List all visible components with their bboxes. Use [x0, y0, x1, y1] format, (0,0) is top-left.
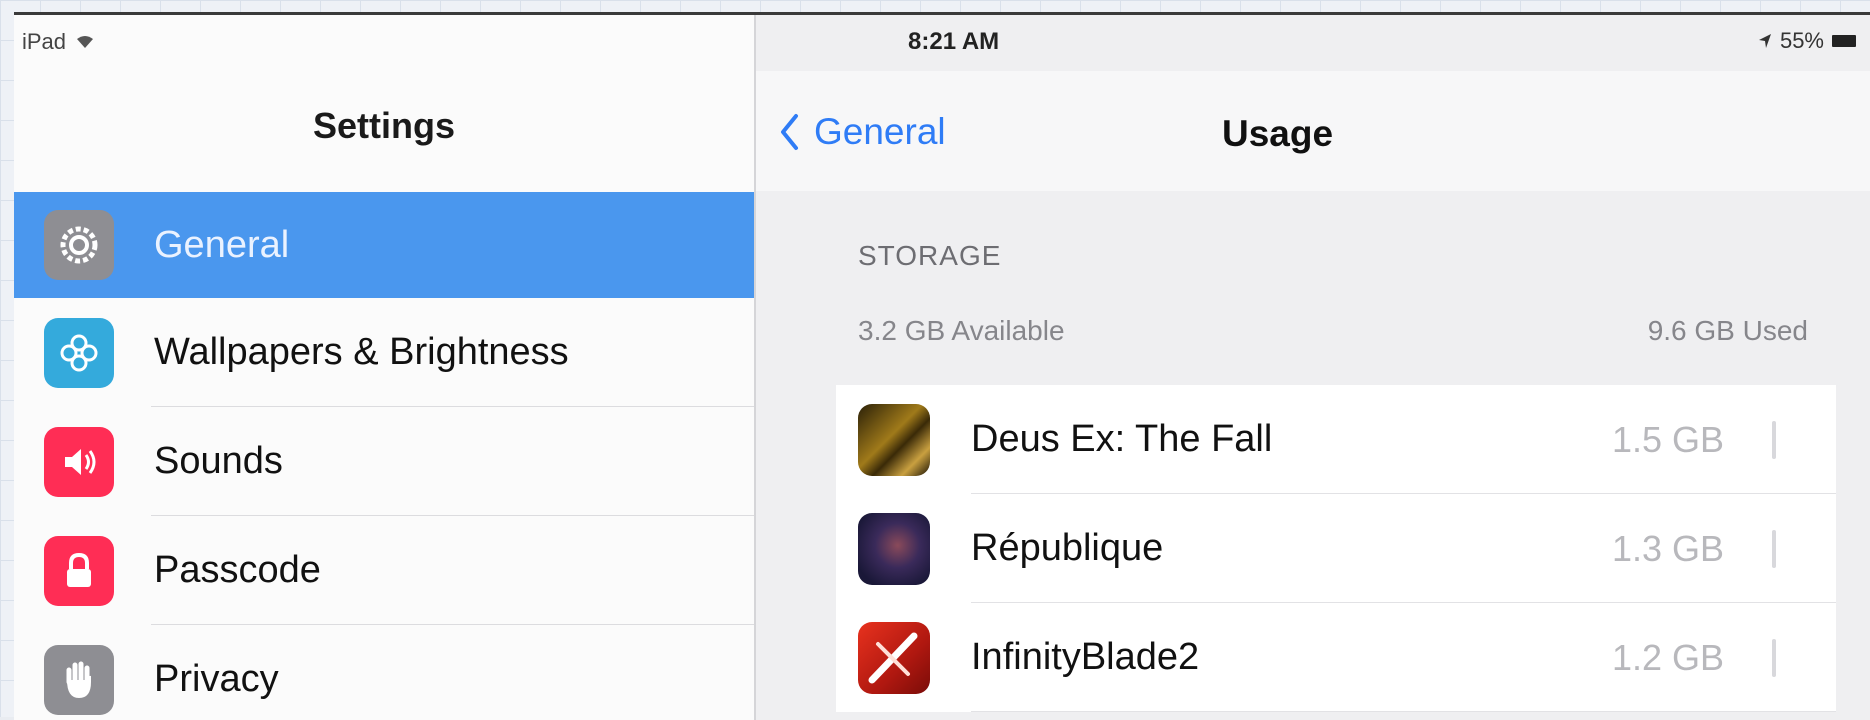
storage-used: 9.6 GB Used — [1647, 315, 1808, 346]
battery-percent: 55% — [1779, 28, 1824, 53]
app-size: 1.5 GB — [1611, 418, 1724, 460]
back-button-label: General — [814, 111, 946, 152]
section-header-storage: STORAGE — [858, 240, 1002, 271]
list-item[interactable]: République 1.3 GB — [836, 494, 1836, 603]
app-size: 1.2 GB — [1611, 636, 1724, 678]
ipad-screen: iPad Settings General Wallpapers & Brigh… — [14, 12, 1870, 720]
lock-icon — [44, 535, 114, 606]
status-bar: 8:21 AM 55% — [14, 15, 1870, 71]
chevron-right-icon — [1772, 420, 1776, 459]
sidebar-item-privacy[interactable]: Privacy — [14, 625, 754, 720]
sidebar-title: Settings — [312, 105, 455, 146]
usage-detail-pane: General Usage STORAGE 3.2 GB Available 9… — [756, 15, 1870, 720]
flower-icon — [44, 317, 114, 388]
republique-app-icon — [858, 512, 930, 585]
status-time: 8:21 AM — [908, 28, 1000, 55]
chevron-right-icon — [1772, 529, 1776, 568]
battery-icon — [1832, 35, 1856, 47]
chevron-right-icon — [1772, 638, 1776, 677]
chevron-left-icon — [781, 114, 798, 150]
app-usage-list: Deus Ex: The Fall 1.5 GB République 1.3 … — [836, 385, 1836, 712]
location-arrow-icon — [1758, 34, 1771, 48]
settings-sidebar: iPad Settings General Wallpapers & Brigh… — [14, 15, 756, 720]
gear-icon — [44, 210, 114, 280]
sidebar-item-label: General — [154, 223, 290, 266]
page-title: Usage — [1222, 113, 1334, 154]
list-item[interactable]: Deus Ex: The Fall 1.5 GB — [836, 385, 1836, 494]
sidebar-item-label: Sounds — [154, 440, 283, 482]
speaker-icon — [44, 426, 114, 497]
deus-ex-app-icon — [858, 403, 930, 476]
sidebar-item-label: Wallpapers & Brightness — [154, 331, 569, 373]
sidebar-item-label: Passcode — [154, 549, 321, 591]
app-size: 1.3 GB — [1611, 527, 1724, 569]
sidebar-item-general[interactable]: General — [14, 192, 754, 298]
sidebar-item-wallpapers[interactable]: Wallpapers & Brightness — [14, 298, 754, 407]
app-name: Deus Ex: The Fall — [971, 418, 1273, 460]
status-right: 55% — [1758, 28, 1856, 54]
app-name: InfinityBlade2 — [971, 636, 1200, 678]
list-item[interactable]: InfinityBlade2 1.2 GB — [836, 603, 1836, 712]
sidebar-item-sounds[interactable]: Sounds — [14, 407, 754, 516]
app-name: République — [971, 527, 1164, 569]
back-button[interactable]: General — [778, 111, 946, 153]
settings-list: General Wallpapers & Brightness Sounds P… — [14, 192, 754, 720]
navigation-bar: General Usage — [756, 71, 1870, 191]
infinity-blade-app-icon — [858, 621, 930, 694]
hand-icon — [44, 644, 114, 715]
storage-available: 3.2 GB Available — [858, 315, 1065, 346]
storage-summary: 3.2 GB Available 9.6 GB Used — [858, 315, 1808, 347]
sidebar-item-passcode[interactable]: Passcode — [14, 516, 754, 625]
sidebar-item-label: Privacy — [154, 658, 279, 700]
